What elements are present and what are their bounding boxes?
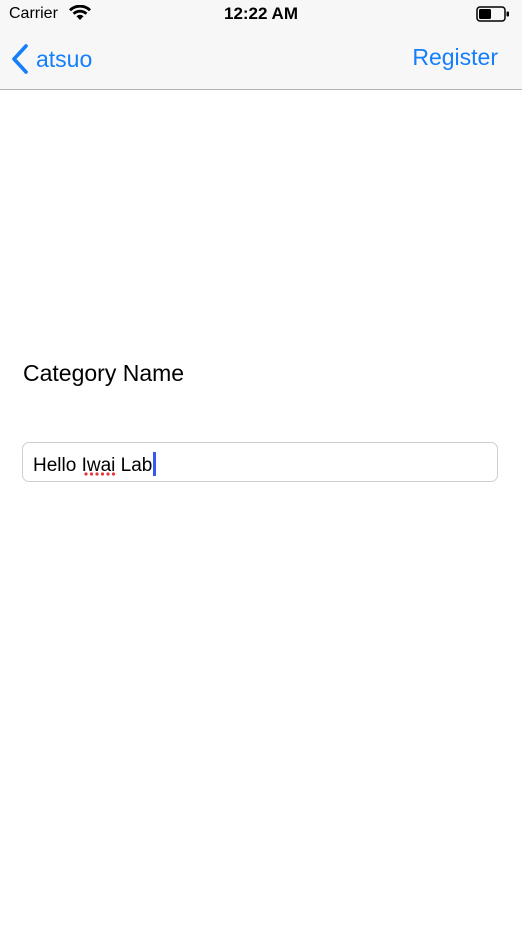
- battery-icon: [476, 6, 509, 22]
- navigation-bar: atsuo Register: [0, 30, 522, 90]
- chevron-left-icon: [12, 44, 28, 74]
- text-caret: [153, 452, 157, 476]
- status-time: 12:22 AM: [223, 4, 298, 23]
- back-button[interactable]: atsuo: [10, 42, 92, 76]
- register-button[interactable]: Register: [412, 44, 498, 71]
- spellcheck-underline: [84, 472, 116, 476]
- category-name-field[interactable]: Hello Iwai Lab: [22, 442, 498, 482]
- screen: Carrier 12:22 AM atsuo Register Category…: [0, 0, 522, 928]
- back-button-label: atsuo: [36, 45, 93, 72]
- category-name-label: Category Name: [23, 360, 185, 386]
- status-bar: Carrier 12:22 AM: [0, 0, 522, 30]
